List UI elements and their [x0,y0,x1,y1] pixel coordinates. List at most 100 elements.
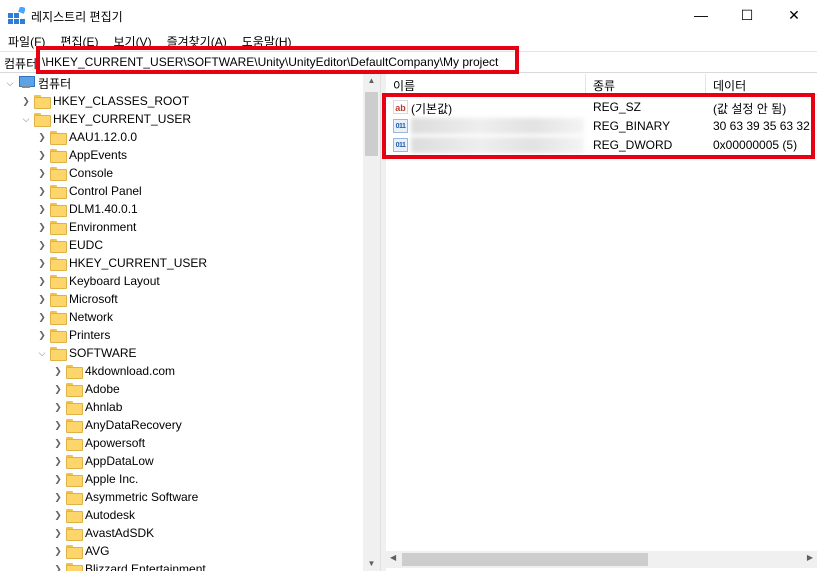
minimize-icon: — [694,7,708,23]
tree-item[interactable]: ❯ AAU1.12.0.0 [36,128,137,146]
tree-item[interactable]: ❯ Network [36,308,113,326]
tree-item[interactable]: ❯ DLM1.40.0.1 [36,200,138,218]
chevron-right-icon[interactable]: ❯ [36,326,48,344]
tree-label: AnyDataRecovery [85,418,182,432]
tree-label: Apowersoft [85,436,146,450]
column-header-name[interactable]: 이름 [386,74,586,95]
tree-item[interactable]: ❯ Control Panel [36,182,142,200]
chevron-right-icon[interactable]: ❯ [52,542,64,560]
chevron-right-icon[interactable]: ❯ [52,362,64,380]
chevron-right-icon[interactable]: ❯ [52,560,64,571]
address-path[interactable]: \HKEY_CURRENT_USER\SOFTWARE\Unity\UnityE… [42,55,498,69]
chevron-right-icon[interactable]: ❯ [52,398,64,416]
tree-label: Microsoft [69,292,118,306]
tree-item[interactable]: ❯ Apple Inc. [52,470,138,488]
chevron-down-icon[interactable]: ⌵ [20,110,32,128]
chevron-right-icon[interactable]: ❯ [52,434,64,452]
tree-item[interactable]: ❯ AnyDataRecovery [52,416,182,434]
tree-item-computer[interactable]: ⌵ 컴퓨터 [4,74,71,92]
chevron-right-icon[interactable]: ❯ [52,488,64,506]
tree-item[interactable]: ❯ Asymmetric Software [52,488,198,506]
chevron-right-icon[interactable]: ❯ [36,272,48,290]
close-button[interactable]: ✕ [771,0,817,30]
chevron-right-icon[interactable]: ❯ [36,290,48,308]
tree-item[interactable]: ❯ AVG [52,542,109,560]
chevron-right-icon[interactable]: ❯ [36,182,48,200]
folder-icon [50,131,67,145]
menu-help[interactable]: 도움말(H) [234,31,299,50]
scroll-right-icon[interactable]: ▶ [807,553,813,562]
menu-edit[interactable]: 편집(E) [52,31,105,50]
tree-item[interactable]: ❯ Console [36,164,113,182]
chevron-right-icon[interactable]: ❯ [36,164,48,182]
column-header-data[interactable]: 데이터 [706,74,817,95]
chevron-right-icon[interactable]: ❯ [36,128,48,146]
tree-item[interactable]: ❯ Keyboard Layout [36,272,160,290]
column-header-type[interactable]: 종류 [586,74,706,95]
computer-icon [18,76,35,90]
tree-scrollbar[interactable]: ▲ ▼ [363,74,380,571]
chevron-right-icon[interactable]: ❯ [36,308,48,326]
menu-favorites[interactable]: 즐겨찾기(A) [159,31,234,50]
menu-view[interactable]: 보기(V) [105,31,158,50]
scroll-left-icon[interactable]: ◀ [390,553,396,562]
tree-item[interactable]: ❯ Ahnlab [52,398,122,416]
scrollbar-thumb[interactable] [365,92,378,156]
tree-item[interactable]: ❯ Apowersoft [52,434,145,452]
tree-label: Printers [69,328,111,342]
value-type: REG_DWORD [593,138,673,152]
folder-icon [66,401,83,415]
redacted-name [411,118,584,134]
chevron-right-icon[interactable]: ❯ [52,506,64,524]
chevron-right-icon[interactable]: ❯ [52,470,64,488]
tree-item[interactable]: ❯ Environment [36,218,136,236]
menu-bar: 파일(F) 편집(E) 보기(V) 즐겨찾기(A) 도움말(H) [0,31,817,50]
tree-label: HKEY_CURRENT_USER [69,256,208,270]
scroll-up-icon[interactable]: ▲ [363,76,380,85]
scrollbar-thumb[interactable] [402,553,648,566]
values-hscrollbar[interactable]: ◀ ▶ [386,551,817,568]
address-prefix: 컴퓨터 [4,57,38,71]
chevron-right-icon[interactable]: ❯ [36,200,48,218]
chevron-right-icon[interactable]: ❯ [36,218,48,236]
tree-item[interactable]: ❯ AppEvents [36,146,127,164]
registry-icon [8,7,25,24]
chevron-right-icon[interactable]: ❯ [52,452,64,470]
folder-icon [66,527,83,541]
tree-label: Console [69,166,114,180]
chevron-right-icon[interactable]: ❯ [52,416,64,434]
tree-item[interactable]: ❯ 4kdownload.com [52,362,175,380]
address-bar[interactable]: 컴퓨터 \HKEY_CURRENT_USER\SOFTWARE\Unity\Un… [0,51,817,73]
menu-file[interactable]: 파일(F) [0,31,52,50]
folder-icon [66,545,83,559]
tree-item[interactable]: ❯ Blizzard Entertainment [52,560,206,571]
tree-item[interactable]: ❯ AvastAdSDK [52,524,154,542]
tree-item[interactable]: ❯ AppDataLow [52,452,154,470]
tree-item-hkey-classes-root[interactable]: ❯ HKEY_CLASSES_ROOT [20,92,189,110]
chevron-right-icon[interactable]: ❯ [36,254,48,272]
folder-icon [50,185,67,199]
scroll-down-icon[interactable]: ▼ [363,559,380,568]
tree-item[interactable]: ❯ EUDC [36,236,103,254]
chevron-down-icon[interactable]: ⌵ [4,74,16,92]
tree-item[interactable]: ❯ HKEY_CURRENT_USER [36,254,207,272]
chevron-right-icon[interactable]: ❯ [52,380,64,398]
tree-item-hkey-current-user[interactable]: ⌵ HKEY_CURRENT_USER [20,110,191,128]
minimize-button[interactable]: — [678,0,724,30]
tree-label: Asymmetric Software [85,490,199,504]
chevron-right-icon[interactable]: ❯ [36,146,48,164]
tree-item[interactable]: ❯ Autodesk [52,506,135,524]
tree-item[interactable]: ⌵ SOFTWARE [36,344,137,362]
tree-label: 4kdownload.com [85,364,176,378]
tree-item[interactable]: ❯ Adobe [52,380,120,398]
tree-label: Environment [69,220,137,234]
values-pane: 이름 종류 데이터 ab (기본값) REG_SZ (값 설정 안 됨) 011… [386,74,817,571]
folder-icon [66,491,83,505]
tree-item[interactable]: ❯ Printers [36,326,110,344]
chevron-right-icon[interactable]: ❯ [20,92,32,110]
chevron-down-icon[interactable]: ⌵ [36,344,48,362]
chevron-right-icon[interactable]: ❯ [52,524,64,542]
chevron-right-icon[interactable]: ❯ [36,236,48,254]
maximize-button[interactable]: ☐ [724,0,770,30]
tree-item[interactable]: ❯ Microsoft [36,290,118,308]
